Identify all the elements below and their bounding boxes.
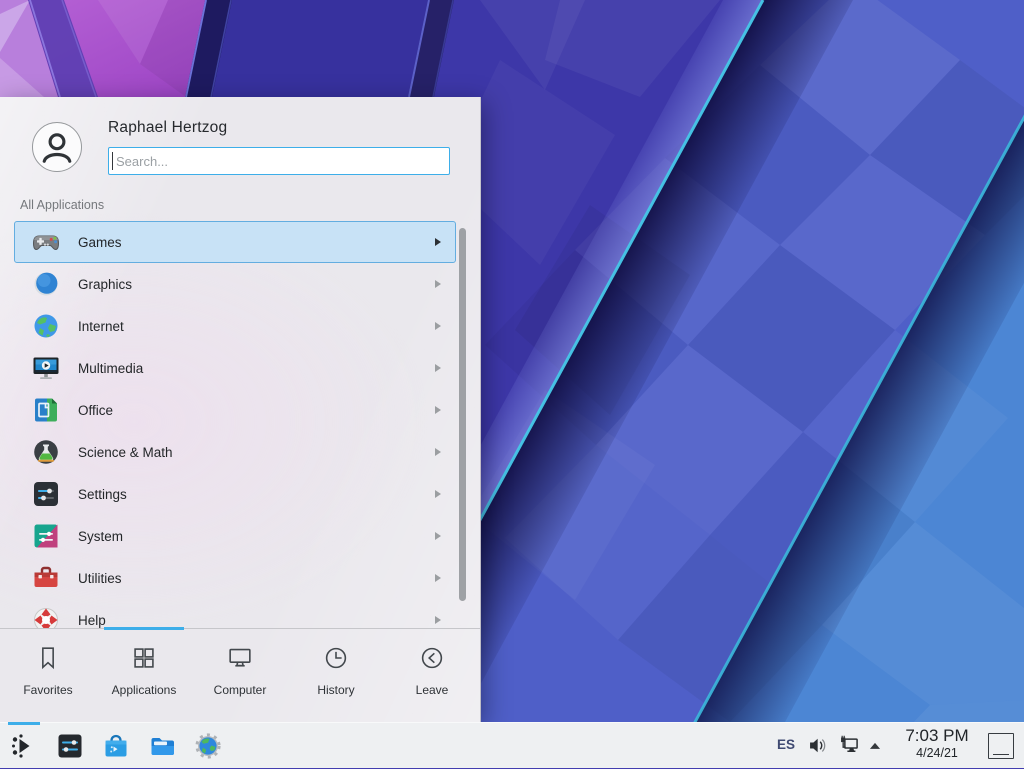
volume-icon[interactable] xyxy=(805,732,832,759)
list-scrollbar[interactable] xyxy=(459,228,466,601)
section-label-all-applications: All Applications xyxy=(20,198,104,212)
submenu-arrow-icon xyxy=(435,616,441,624)
favorites-icon xyxy=(33,643,63,673)
taskbar-discover[interactable] xyxy=(100,723,132,769)
menu-item-settings[interactable]: Settings xyxy=(14,473,456,515)
submenu-arrow-icon xyxy=(435,406,441,414)
science-icon xyxy=(30,436,62,468)
tab-history[interactable]: History xyxy=(288,629,384,722)
menu-item-label: Internet xyxy=(78,319,435,334)
menu-item-label: Graphics xyxy=(78,277,435,292)
expand-tray-icon[interactable] xyxy=(866,737,884,755)
internet-icon xyxy=(30,310,62,342)
tab-label: Leave xyxy=(416,683,449,697)
user-avatar[interactable] xyxy=(32,122,82,172)
keyboard-layout-indicator[interactable]: ES xyxy=(777,737,795,752)
taskbar-app-launchers xyxy=(8,723,224,769)
launcher-footer-tabs: Favorites Applications Computer History Leav… xyxy=(0,628,480,722)
taskbar-system-settings[interactable] xyxy=(54,723,86,769)
clock-time: 7:03 PM xyxy=(893,726,981,746)
help-icon xyxy=(30,604,62,628)
digital-clock[interactable]: 7:03 PM 4/24/21 xyxy=(893,726,981,760)
submenu-arrow-icon xyxy=(435,448,441,456)
kickoff-icon xyxy=(8,730,40,762)
menu-item-label: Office xyxy=(78,403,435,418)
menu-item-utilities[interactable]: Utilities xyxy=(14,557,456,599)
submenu-arrow-icon xyxy=(435,280,441,288)
menu-item-help[interactable]: Help xyxy=(14,599,456,628)
menu-item-multimedia[interactable]: Multimedia xyxy=(14,347,456,389)
taskbar-file-manager[interactable] xyxy=(146,723,178,769)
games-icon xyxy=(30,226,62,258)
user-name: Raphael Hertzog xyxy=(108,119,227,137)
application-launcher-popup: Raphael Hertzog All Applications Games Gr… xyxy=(0,97,481,722)
system-icon xyxy=(30,520,62,552)
leave-icon xyxy=(417,643,447,673)
submenu-arrow-icon xyxy=(435,532,441,540)
applications-icon xyxy=(129,643,159,673)
submenu-arrow-icon xyxy=(435,322,441,330)
menu-item-system[interactable]: System xyxy=(14,515,456,557)
tab-favorites[interactable]: Favorites xyxy=(0,629,96,722)
settings-icon xyxy=(30,478,62,510)
menu-item-internet[interactable]: Internet xyxy=(14,305,456,347)
menu-item-label: Science & Math xyxy=(78,445,435,460)
browser-icon xyxy=(192,730,224,762)
menu-item-label: Games xyxy=(78,235,435,250)
network-icon[interactable] xyxy=(836,732,863,759)
office-icon xyxy=(30,394,62,426)
menu-item-label: Help xyxy=(78,613,435,628)
submenu-arrow-icon xyxy=(435,238,441,246)
submenu-arrow-icon xyxy=(435,364,441,372)
menu-item-label: Settings xyxy=(78,487,435,502)
submenu-arrow-icon xyxy=(435,490,441,498)
menu-item-games[interactable]: Games xyxy=(14,221,456,263)
show-desktop-button[interactable] xyxy=(988,733,1014,759)
utilities-icon xyxy=(30,562,62,594)
menu-item-office[interactable]: Office xyxy=(14,389,456,431)
tab-label: Applications xyxy=(112,683,177,697)
dolphin-icon xyxy=(146,730,178,762)
tab-label: Favorites xyxy=(23,683,72,697)
tab-leave[interactable]: Leave xyxy=(384,629,480,722)
clock-date: 4/24/21 xyxy=(893,746,981,760)
user-icon xyxy=(33,123,81,171)
menu-item-science-math[interactable]: Science & Math xyxy=(14,431,456,473)
tab-label: Computer xyxy=(214,683,267,697)
desktop: { "user": { "name": "Raphael Hertzog" },… xyxy=(0,0,1024,768)
menu-item-label: Utilities xyxy=(78,571,435,586)
application-category-list: Games Graphics Internet Multimedia Office Sci… xyxy=(14,221,456,628)
discover-icon xyxy=(100,730,132,762)
taskbar-web-browser[interactable] xyxy=(192,723,224,769)
menu-item-label: Multimedia xyxy=(78,361,435,376)
tab-computer[interactable]: Computer xyxy=(192,629,288,722)
menu-item-graphics[interactable]: Graphics xyxy=(14,263,456,305)
taskbar-application-launcher[interactable] xyxy=(8,723,40,769)
submenu-arrow-icon xyxy=(435,574,441,582)
tab-applications[interactable]: Applications xyxy=(96,629,192,722)
systemsettings-icon xyxy=(54,730,86,762)
text-cursor xyxy=(112,152,113,170)
taskbar-panel: ES 7:03 PM 4/24/21 xyxy=(0,722,1024,768)
graphics-icon xyxy=(30,268,62,300)
tab-label: History xyxy=(317,683,354,697)
computer-icon xyxy=(225,643,255,673)
multimedia-icon xyxy=(30,352,62,384)
menu-item-label: System xyxy=(78,529,435,544)
search-input[interactable] xyxy=(108,147,450,175)
history-icon xyxy=(321,643,351,673)
